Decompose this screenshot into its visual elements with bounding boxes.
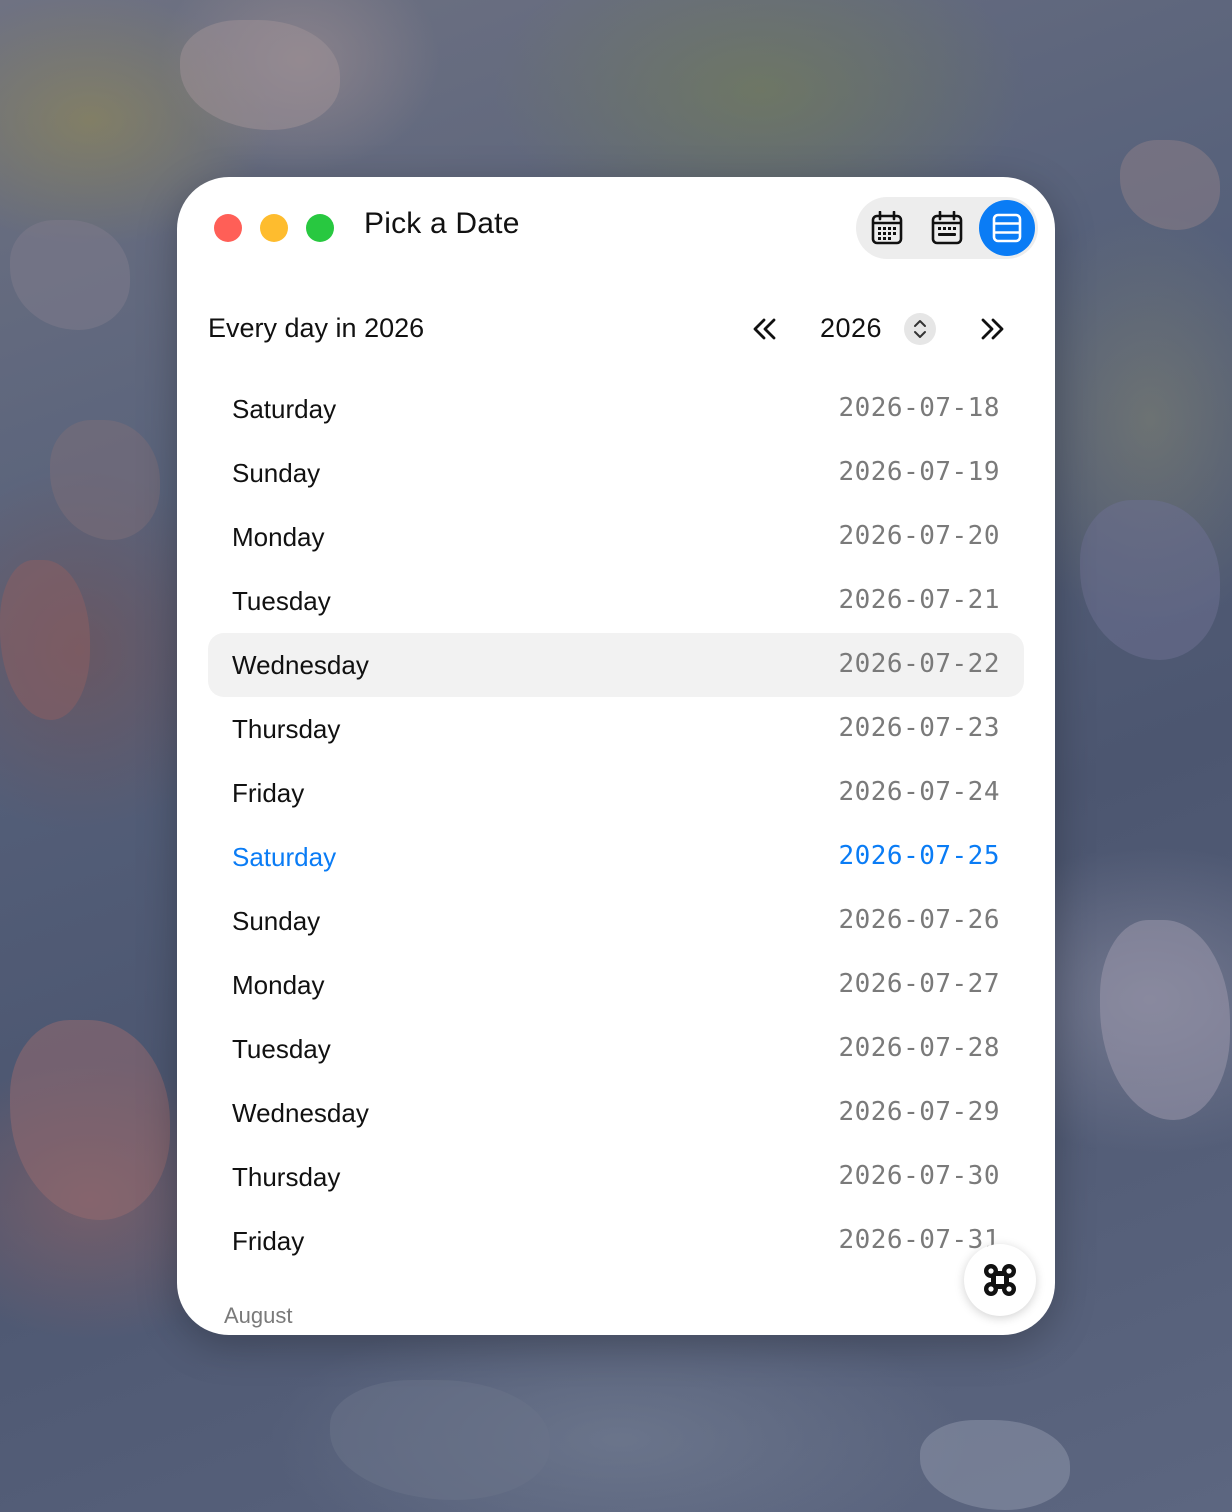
day-row[interactable]: Wednesday 2026-07-29 — [208, 1081, 1024, 1145]
day-name: Wednesday — [232, 1098, 369, 1128]
day-date: 2026-07-24 — [838, 777, 1000, 807]
maximize-window-button[interactable] — [306, 214, 334, 242]
day-date: 2026-07-23 — [838, 713, 1000, 743]
list-view-button[interactable] — [979, 200, 1035, 256]
day-name: Saturday — [232, 394, 337, 424]
day-name: Wednesday — [232, 650, 369, 680]
double-chevron-right-icon — [981, 318, 1004, 340]
day-date: 2026-07-27 — [838, 969, 1000, 999]
week-view-button[interactable] — [919, 200, 975, 256]
day-row-today[interactable]: Saturday 2026-07-25 — [208, 825, 1024, 889]
year-stepper[interactable] — [904, 313, 936, 345]
command-button[interactable] — [964, 1244, 1036, 1316]
day-row[interactable]: Sunday 2026-07-19 — [208, 441, 1024, 505]
day-row[interactable]: Thursday 2026-07-30 — [208, 1145, 1024, 1209]
month-section-header: August — [224, 1303, 293, 1328]
day-row-hovered[interactable]: Wednesday 2026-07-22 — [208, 633, 1024, 697]
day-date: 2026-07-29 — [838, 1097, 1000, 1127]
day-row[interactable]: Tuesday 2026-07-21 — [208, 569, 1024, 633]
date-picker-window: Pick a Date Every day in 2026 2026 Satur… — [177, 177, 1055, 1335]
day-row[interactable]: Thursday 2026-07-23 — [208, 697, 1024, 761]
day-date: 2026-07-26 — [838, 905, 1000, 935]
year-header: Every day in 2026 2026 — [177, 305, 1055, 353]
day-name: Sunday — [232, 906, 321, 936]
day-date: 2026-07-22 — [838, 649, 1000, 679]
day-row[interactable]: Sunday 2026-07-26 — [208, 889, 1024, 953]
view-switcher — [856, 197, 1038, 259]
day-date: 2026-07-20 — [838, 521, 1000, 551]
window-title: Pick a Date — [364, 207, 520, 240]
day-date: 2026-07-19 — [838, 457, 1000, 487]
day-row[interactable]: Friday 2026-07-24 — [208, 761, 1024, 825]
day-name: Saturday — [232, 842, 337, 872]
day-list: Saturday 2026-07-18 Sunday 2026-07-19 Mond… — [208, 377, 1024, 1273]
command-icon — [984, 1264, 1016, 1296]
day-name: Sunday — [232, 458, 321, 488]
list-heading: Every day in 2026 — [208, 313, 425, 343]
close-window-button[interactable] — [214, 214, 242, 242]
day-date: 2026-07-28 — [838, 1033, 1000, 1063]
day-name: Monday — [232, 970, 325, 1000]
day-name: Friday — [232, 778, 305, 808]
day-date: 2026-07-31 — [838, 1225, 1000, 1255]
up-down-chevron-icon — [914, 320, 926, 338]
titlebar: Pick a Date — [177, 177, 1055, 277]
day-row[interactable]: Monday 2026-07-27 — [208, 953, 1024, 1017]
calendar-grid-icon — [871, 211, 903, 245]
day-date: 2026-07-30 — [838, 1161, 1000, 1191]
year-value[interactable]: 2026 — [820, 313, 882, 344]
list-view-icon — [992, 213, 1022, 243]
next-year-button[interactable] — [974, 311, 1010, 347]
day-name: Thursday — [232, 714, 341, 744]
minimize-window-button[interactable] — [260, 214, 288, 242]
double-chevron-left-icon — [753, 318, 776, 340]
day-row[interactable]: Tuesday 2026-07-28 — [208, 1017, 1024, 1081]
day-name: Tuesday — [232, 586, 331, 616]
day-row[interactable]: Monday 2026-07-20 — [208, 505, 1024, 569]
previous-year-button[interactable] — [747, 311, 783, 347]
day-date: 2026-07-25 — [838, 841, 1000, 871]
calendar-week-icon — [931, 211, 963, 245]
day-row[interactable]: Friday 2026-07-31 — [208, 1209, 1024, 1273]
day-name: Friday — [232, 1226, 305, 1256]
day-date: 2026-07-21 — [838, 585, 1000, 615]
day-date: 2026-07-18 — [838, 393, 1000, 423]
month-view-button[interactable] — [859, 200, 915, 256]
day-row[interactable]: Saturday 2026-07-18 — [208, 377, 1024, 441]
day-name: Monday — [232, 522, 325, 552]
day-name: Thursday — [232, 1162, 341, 1192]
day-name: Tuesday — [232, 1034, 331, 1064]
